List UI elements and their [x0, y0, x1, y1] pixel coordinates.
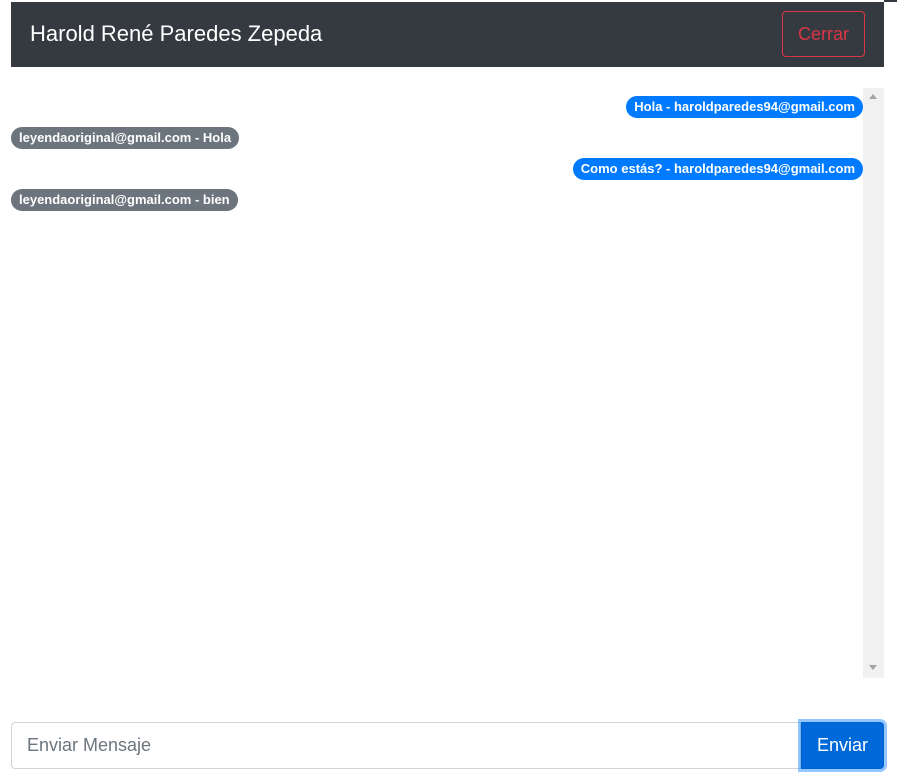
sent-message-badge: Hola - haroldparedes94@gmail.com — [626, 96, 863, 118]
navbar: Harold René Paredes Zepeda Cerrar — [11, 2, 884, 67]
message-row: leyendaoriginal@gmail.com - bien — [11, 189, 863, 213]
chat-scrollbar[interactable] — [863, 88, 884, 678]
close-button[interactable]: Cerrar — [782, 11, 865, 57]
sent-message-badge: Como estás? - haroldparedes94@gmail.com — [572, 158, 863, 180]
received-message-badge: leyendaoriginal@gmail.com - Hola — [11, 127, 240, 149]
message-row: Hola - haroldparedes94@gmail.com — [11, 96, 863, 120]
chat-messages: Hola - haroldparedes94@gmail.com leyenda… — [11, 88, 863, 678]
scroll-up-arrow-icon[interactable] — [869, 94, 877, 99]
scroll-down-arrow-icon[interactable] — [869, 665, 877, 670]
message-composer: Enviar — [11, 722, 884, 769]
message-input[interactable] — [11, 722, 801, 769]
page-title: Harold René Paredes Zepeda — [30, 21, 323, 46]
top-edge-line-right — [884, 0, 897, 2]
send-button[interactable]: Enviar — [801, 722, 884, 769]
message-row: Como estás? - haroldparedes94@gmail.com — [11, 158, 863, 182]
message-row: leyendaoriginal@gmail.com - Hola — [11, 127, 863, 151]
received-message-badge: leyendaoriginal@gmail.com - bien — [11, 189, 238, 211]
